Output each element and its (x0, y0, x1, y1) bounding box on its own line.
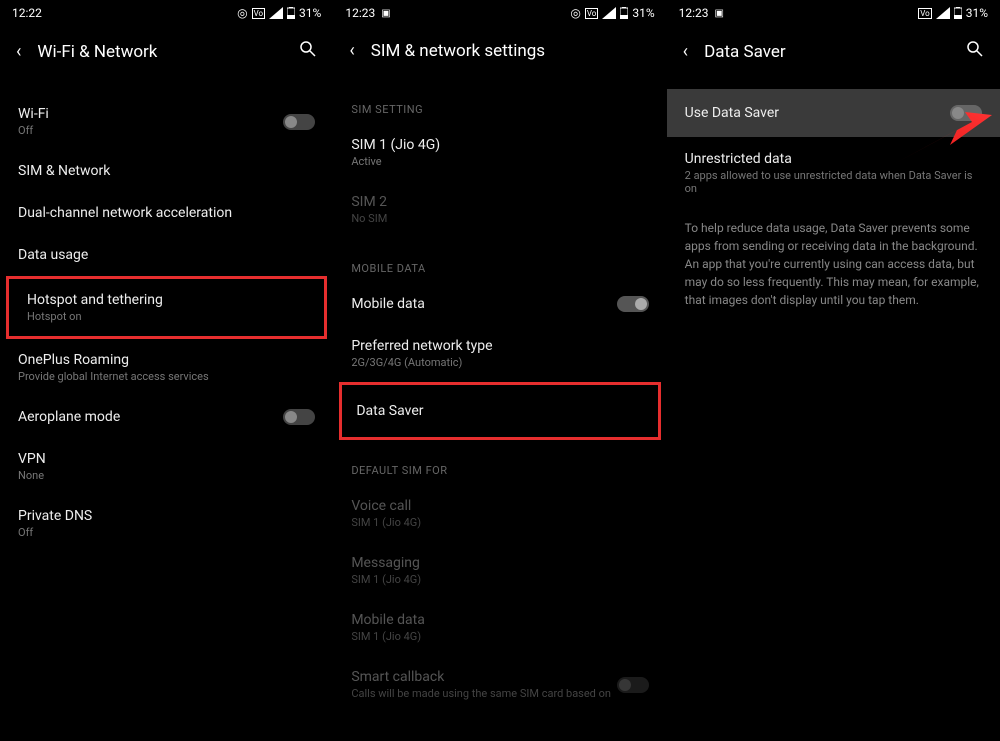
data-saver-toggle[interactable] (950, 105, 982, 121)
info-text: To help reduce data usage, Data Saver pr… (667, 209, 1000, 319)
mobile-data-toggle[interactable] (617, 296, 649, 312)
status-time: 12:23 (679, 6, 709, 20)
section-default-sim: DEFAULT SIM FOR (333, 452, 666, 485)
item-sub: None (18, 469, 315, 482)
section-mobile-data: MOBILE DATA (333, 250, 666, 283)
back-icon[interactable]: ‹ (16, 41, 21, 62)
item-sub: SIM 1 (Jio 4G) (351, 516, 648, 529)
item-title: Dual-channel network acceleration (18, 205, 315, 221)
item-hotspot-tethering[interactable]: Hotspot and tethering Hotspot on (6, 276, 327, 339)
back-icon[interactable]: ‹ (349, 40, 354, 61)
page-title: Data Saver (704, 42, 950, 62)
header: ‹ SIM & network settings (333, 26, 666, 75)
page-title: Wi-Fi & Network (37, 42, 283, 62)
wifi-toggle[interactable] (283, 114, 315, 130)
item-sub: 2 apps allowed to use unrestricted data … (685, 169, 982, 195)
item-sub: Provide global Internet access services (18, 370, 315, 383)
item-sub: Off (18, 526, 315, 539)
battery-icon (620, 7, 628, 19)
item-sub: Hotspot on (27, 310, 306, 323)
item-data-saver[interactable]: Data Saver (339, 382, 660, 440)
item-dual-channel[interactable]: Dual-channel network acceleration (0, 192, 333, 234)
status-time: 12:22 (12, 6, 42, 20)
item-sub: SIM 1 (Jio 4G) (351, 573, 648, 586)
item-private-dns[interactable]: Private DNS Off (0, 495, 333, 552)
signal-icon (269, 7, 283, 19)
item-sub: Off (18, 124, 283, 137)
signal-icon (602, 7, 616, 19)
status-bar: 12:22 ◎ Vo 31% (0, 0, 333, 26)
screenshot-icon: ▣ (381, 8, 390, 19)
item-title: Messaging (351, 555, 648, 571)
item-title: Smart callback (351, 669, 616, 685)
item-use-data-saver[interactable]: Use Data Saver (667, 89, 1000, 137)
aeroplane-toggle[interactable] (283, 409, 315, 425)
item-preferred-network[interactable]: Preferred network type 2G/3G/4G (Automat… (333, 325, 666, 382)
item-sub: 2G/3G/4G (Automatic) (351, 356, 648, 369)
item-title: OnePlus Roaming (18, 352, 315, 368)
back-icon[interactable]: ‹ (683, 41, 688, 62)
battery-icon (954, 7, 962, 19)
item-unrestricted-data[interactable]: Unrestricted data 2 apps allowed to use … (667, 137, 1000, 209)
item-sub: Active (351, 155, 648, 168)
battery-percent: 31% (966, 6, 988, 20)
hotspot-icon: ◎ (570, 6, 580, 20)
item-title: Data usage (18, 247, 315, 263)
vo-icon: Vo (252, 8, 265, 19)
screen-sim-network-settings: 12:23 ▣ ◎ Vo 31% ‹ SIM & network setting… (333, 0, 666, 741)
item-title: Data Saver (356, 403, 643, 419)
item-title: VPN (18, 451, 315, 467)
item-mobile-data[interactable]: Mobile data (333, 283, 666, 325)
battery-icon (287, 7, 295, 19)
item-title: Voice call (351, 498, 648, 514)
item-voice-call: Voice call SIM 1 (Jio 4G) (333, 485, 666, 542)
item-title: Wi-Fi (18, 106, 283, 122)
header: ‹ Wi-Fi & Network (0, 26, 333, 77)
item-vpn[interactable]: VPN None (0, 438, 333, 495)
item-sub: No SIM (351, 212, 648, 225)
item-title: Hotspot and tethering (27, 292, 306, 308)
status-bar: 12:23 ▣ Vo 31% (667, 0, 1000, 26)
item-title: Mobile data (351, 612, 648, 628)
signal-icon (936, 7, 950, 19)
item-messaging: Messaging SIM 1 (Jio 4G) (333, 542, 666, 599)
item-title: SIM 2 (351, 194, 648, 210)
battery-percent: 31% (632, 6, 654, 20)
item-title: SIM & Network (18, 163, 315, 179)
item-sim1[interactable]: SIM 1 (Jio 4G) Active (333, 124, 666, 181)
screen-wifi-network: 12:22 ◎ Vo 31% ‹ Wi-Fi & Network Wi-Fi O… (0, 0, 333, 741)
search-icon[interactable] (966, 40, 984, 63)
section-sim-setting: SIM SETTING (333, 91, 666, 124)
smart-callback-toggle (617, 677, 649, 693)
vo-icon: Vo (918, 8, 931, 19)
vo-icon: Vo (585, 8, 598, 19)
header: ‹ Data Saver (667, 26, 1000, 77)
item-title: SIM 1 (Jio 4G) (351, 137, 648, 153)
screen-data-saver: 12:23 ▣ Vo 31% ‹ Data Saver Use Data Sav… (667, 0, 1000, 741)
item-aeroplane-mode[interactable]: Aeroplane mode (0, 396, 333, 438)
page-title: SIM & network settings (371, 41, 651, 61)
item-smart-callback: Smart callback Calls will be made using … (333, 656, 666, 713)
battery-percent: 31% (299, 6, 321, 20)
item-sim-network[interactable]: SIM & Network (0, 150, 333, 192)
item-title: Aeroplane mode (18, 409, 283, 425)
item-title: Mobile data (351, 296, 616, 312)
item-oneplus-roaming[interactable]: OnePlus Roaming Provide global Internet … (0, 339, 333, 396)
item-title: Private DNS (18, 508, 315, 524)
item-sim2: SIM 2 No SIM (333, 181, 666, 238)
item-sub: SIM 1 (Jio 4G) (351, 630, 648, 643)
hotspot-icon: ◎ (237, 6, 247, 20)
item-title: Use Data Saver (685, 105, 779, 121)
item-wifi[interactable]: Wi-Fi Off (0, 93, 333, 150)
item-data-usage[interactable]: Data usage (0, 234, 333, 276)
item-title: Preferred network type (351, 338, 648, 354)
search-icon[interactable] (299, 40, 317, 63)
item-title: Unrestricted data (685, 151, 982, 167)
item-mobile-data-sim: Mobile data SIM 1 (Jio 4G) (333, 599, 666, 656)
item-sub: Calls will be made using the same SIM ca… (351, 687, 616, 700)
status-time: 12:23 (345, 6, 375, 20)
status-bar: 12:23 ▣ ◎ Vo 31% (333, 0, 666, 26)
screenshot-icon: ▣ (715, 8, 724, 19)
